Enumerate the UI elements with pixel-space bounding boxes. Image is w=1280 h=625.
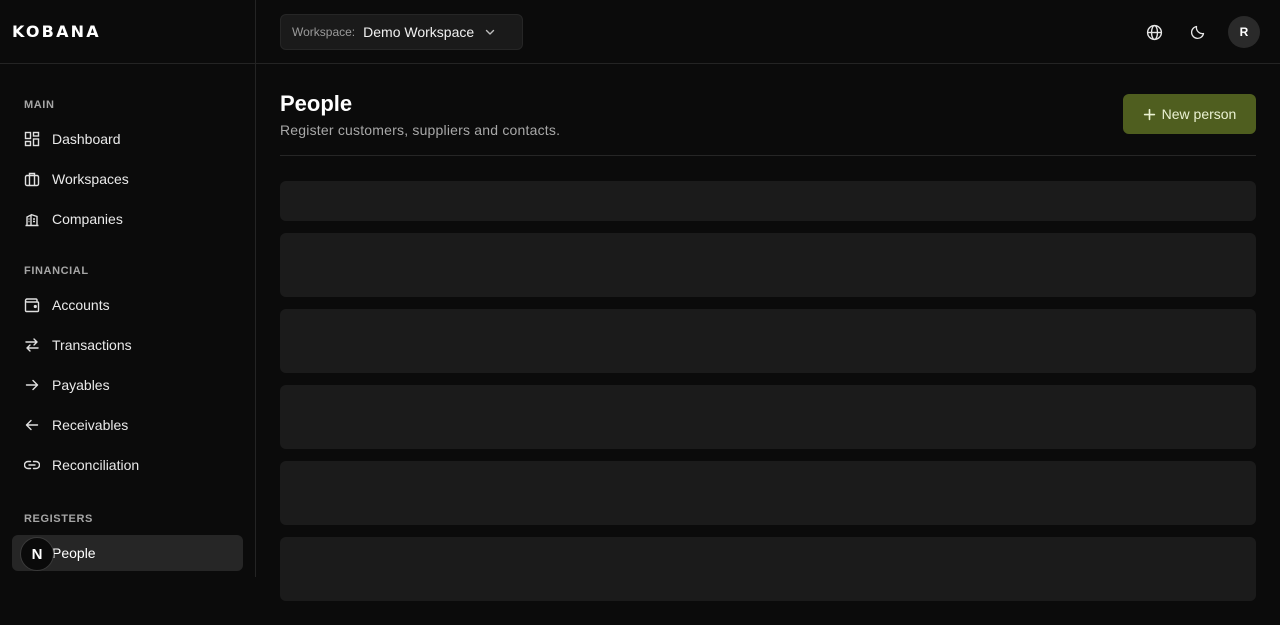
sidebar-item-reconciliation[interactable]: Reconciliation xyxy=(12,447,243,483)
avatar[interactable]: R xyxy=(1228,16,1260,48)
skeleton-row xyxy=(280,461,1256,525)
sidebar-item-label: Reconciliation xyxy=(52,457,140,473)
main-content: People Register customers, suppliers and… xyxy=(280,64,1256,601)
sidebar-item-accounts[interactable]: Accounts xyxy=(12,287,243,323)
globe-icon xyxy=(1146,24,1163,41)
workspace-select[interactable]: Workspace: Demo Workspace xyxy=(280,14,523,50)
skeleton-header xyxy=(280,181,1256,221)
overlay-badge[interactable]: N xyxy=(20,537,54,571)
page-subtitle: Register customers, suppliers and contac… xyxy=(280,122,561,138)
page-header: People Register customers, suppliers and… xyxy=(280,64,1256,156)
workspace-select-value: Demo Workspace xyxy=(363,24,475,40)
section-financial-title: FINANCIAL xyxy=(24,265,89,277)
sidebar-item-workspaces[interactable]: Workspaces xyxy=(12,161,243,197)
workspace-select-prefix: Workspace: xyxy=(292,25,356,39)
link-icon xyxy=(24,457,40,473)
sidebar-item-label: Payables xyxy=(52,377,110,393)
section-registers-title: REGISTERS xyxy=(24,513,93,525)
sidebar-item-companies[interactable]: Companies xyxy=(12,201,243,237)
sidebar-item-transactions[interactable]: Transactions xyxy=(12,327,243,363)
chevron-down-icon xyxy=(484,26,496,38)
arrows-left-right-icon xyxy=(24,337,40,353)
arrow-left-icon xyxy=(24,417,40,433)
sidebar-item-label: Workspaces xyxy=(52,171,129,187)
theme-toggle-button[interactable] xyxy=(1182,16,1214,48)
building-icon xyxy=(24,211,40,227)
skeleton-row xyxy=(280,385,1256,449)
skeleton-row xyxy=(280,233,1256,297)
page-title: People xyxy=(280,91,353,116)
sidebar-item-label: Transactions xyxy=(52,337,132,353)
sidebar-item-label: Dashboard xyxy=(52,131,121,147)
wallet-icon xyxy=(24,297,40,313)
sidebar-item-receivables[interactable]: Receivables xyxy=(12,407,243,443)
sidebar-item-label: Companies xyxy=(52,211,123,227)
language-button[interactable] xyxy=(1138,16,1170,48)
dashboard-icon xyxy=(24,131,40,147)
arrow-right-icon xyxy=(24,377,40,393)
sidebar-item-dashboard[interactable]: Dashboard xyxy=(12,121,243,157)
plus-icon xyxy=(1143,108,1155,120)
sidebar-item-payables[interactable]: Payables xyxy=(12,367,243,403)
section-main-title: MAIN xyxy=(24,99,55,111)
sidebar-item-label: Accounts xyxy=(52,297,110,313)
moon-icon xyxy=(1190,24,1206,40)
app-root: KOBANA MAIN Dashboard Workspaces Compani… xyxy=(0,0,1280,625)
sidebar-nav: MAIN Dashboard Workspaces Companies FINA… xyxy=(0,95,255,571)
sidebar: KOBANA MAIN Dashboard Workspaces Compani… xyxy=(0,0,256,577)
new-person-button-label: New person xyxy=(1161,106,1237,122)
logo-bar: KOBANA xyxy=(0,0,255,64)
sidebar-item-label: People xyxy=(52,545,96,561)
skeleton-row xyxy=(280,537,1256,601)
sidebar-item-label: Receivables xyxy=(52,417,129,433)
briefcase-icon xyxy=(24,171,40,187)
skeleton-row xyxy=(280,309,1256,373)
sidebar-item-people[interactable]: People N xyxy=(12,535,243,571)
kobana-logo[interactable]: KOBANA xyxy=(12,22,101,41)
topbar: Workspace: Demo Workspace R xyxy=(256,0,1280,64)
new-person-button[interactable]: New person xyxy=(1123,94,1256,134)
